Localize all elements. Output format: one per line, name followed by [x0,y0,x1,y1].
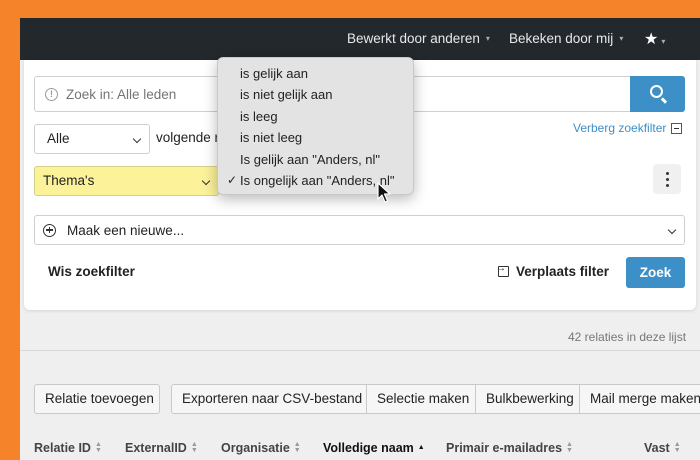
column-header-volledige-naam[interactable]: Volledige naam ▲ [323,441,425,455]
export-csv-button[interactable]: Exporteren naar CSV-bestand [171,384,367,414]
nav-label: Bekeken door mij [509,31,614,46]
new-filter-label: Maak een nieuwe... [67,222,185,238]
operator-option[interactable]: is niet gelijk aan [218,84,413,105]
sort-icon: ▲ ▼ [190,441,198,454]
search-input[interactable] [66,86,206,102]
hide-filter-label: Verberg zoekfilter [573,121,667,135]
add-relation-button[interactable]: Relatie toevoegen [34,384,160,414]
nav-label: Bewerkt door anderen [347,31,480,46]
make-selection-button[interactable]: Selectie maken [366,384,476,414]
hide-filter-link[interactable]: Verberg zoekfilter [573,121,683,135]
nav-edited-by-others[interactable]: Bewerkt door anderen ▾ [347,31,490,46]
chevron-down-icon [132,134,142,144]
operator-option[interactable]: Is gelijk aan "Anders, nl" [218,149,413,170]
top-navigation-bar: Bewerkt door anderen ▾ Bekeken door mij … [20,18,700,60]
more-options-button[interactable] [653,164,681,194]
move-icon [496,263,509,277]
operator-option[interactable]: is gelijk aan [218,63,413,84]
chevron-down-icon: ▾ [661,37,666,46]
chevron-down-icon [201,176,211,186]
column-header-relatie-id[interactable]: Relatie ID ▲ ▼ [34,441,102,455]
add-circle-icon [43,223,56,237]
mouse-pointer-icon [377,182,391,203]
search-button[interactable] [630,76,685,112]
move-filter-button[interactable]: Verplaats filter [496,263,610,279]
operator-dropdown-menu: is gelijk aan is niet gelijk aan is leeg… [217,57,414,195]
filter-scope-suffix: volgende r [156,130,220,145]
sort-icon: ▲ ▼ [94,441,102,454]
operator-option[interactable]: is leeg [218,106,413,127]
filter-scope-select[interactable]: Alle [34,124,150,154]
sort-ascending-icon: ▲ [417,444,425,451]
sort-icon: ▲ ▼ [293,441,301,454]
submit-search-button[interactable]: Zoek [626,257,685,288]
clear-filter-button[interactable]: Wis zoekfilter [48,264,135,279]
mail-merge-button[interactable]: Mail merge maken [579,384,700,414]
bulk-edit-button[interactable]: Bulkbewerking [475,384,580,414]
column-header-vast[interactable]: Vast ▲ ▼ [644,441,681,455]
move-filter-label: Verplaats filter [516,264,610,279]
filter-field-select[interactable]: Thema's [34,166,219,196]
collapse-icon [671,122,683,134]
sort-icon: ▲ ▼ [566,441,573,454]
new-filter-select[interactable]: Maak een nieuwe... [34,215,685,245]
nav-viewed-by-me[interactable]: Bekeken door mij ▾ [509,31,623,46]
chevron-down-icon: ▾ [619,34,624,43]
favorites-menu[interactable]: ★ ▾ [644,29,665,49]
scope-value: Alle [47,131,70,146]
column-header-organisatie[interactable]: Organisatie ▲ ▼ [221,441,301,455]
column-header-externalid[interactable]: ExternalID ▲ ▼ [125,441,198,455]
star-icon: ★ [644,31,659,48]
chevron-down-icon: ▾ [485,34,490,43]
result-count: 42 relaties in deze lijst [568,330,687,344]
operator-option[interactable]: is niet leeg [218,127,413,148]
search-icon [650,85,663,98]
sort-icon: ▲ ▼ [673,441,681,454]
checkmark-icon: ✓ [227,172,238,187]
info-icon: ! [45,87,58,101]
column-header-primair-e-mailadres[interactable]: Primair e-mailadres ▲ ▼ [446,441,573,455]
divider [20,350,700,351]
chevron-down-icon [667,225,677,235]
field-value: Thema's [43,173,95,188]
